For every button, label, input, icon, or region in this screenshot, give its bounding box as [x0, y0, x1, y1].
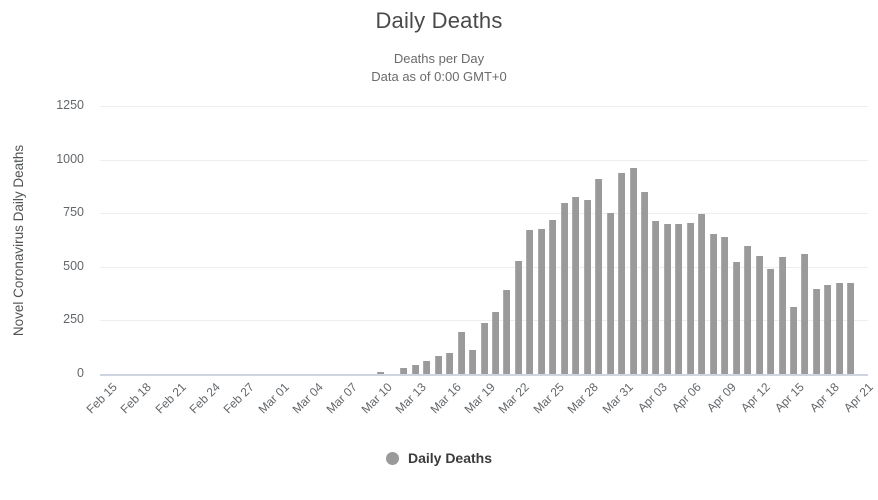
chart-legend[interactable]: Daily Deaths — [0, 450, 878, 466]
bar[interactable] — [491, 312, 499, 374]
bar[interactable] — [480, 322, 488, 374]
y-axis-title: Novel Coronavirus Daily Deaths — [10, 106, 28, 374]
bar[interactable] — [457, 331, 465, 374]
bar[interactable] — [469, 350, 477, 374]
chart-subtitle-line-2: Data as of 0:00 GMT+0 — [371, 69, 507, 84]
daily-deaths-chart: Daily Deaths Deaths per Day Data as of 0… — [0, 0, 878, 500]
legend-item-label: Daily Deaths — [407, 450, 493, 466]
bar[interactable] — [778, 256, 786, 374]
chart-subtitle: Deaths per Day Data as of 0:00 GMT+0 — [0, 50, 878, 86]
bar[interactable] — [824, 284, 832, 374]
bar[interactable] — [835, 282, 843, 374]
bar[interactable] — [411, 365, 419, 374]
y-axis-title-label: Novel Coronavirus Daily Deaths — [11, 144, 27, 336]
bar[interactable] — [652, 220, 660, 374]
bar[interactable] — [560, 203, 568, 374]
bar[interactable] — [549, 220, 557, 374]
bar[interactable] — [812, 288, 820, 374]
chart-title: Daily Deaths — [375, 8, 503, 33]
bar[interactable] — [732, 261, 740, 374]
bar[interactable] — [629, 168, 637, 374]
bar[interactable] — [503, 290, 511, 374]
bar[interactable] — [423, 360, 431, 374]
bar[interactable] — [789, 307, 797, 374]
bar[interactable] — [709, 234, 717, 374]
y-tick-label-1250: 1250 — [56, 98, 84, 112]
bar[interactable] — [526, 229, 534, 374]
bar[interactable] — [847, 283, 855, 374]
bar[interactable] — [675, 223, 683, 374]
bar[interactable] — [514, 260, 522, 374]
bar[interactable] — [755, 256, 763, 374]
y-tick-label-0: 0 — [77, 366, 84, 380]
bar[interactable] — [572, 196, 580, 374]
bar[interactable] — [698, 213, 706, 374]
y-tick-label-1000: 1000 — [56, 151, 84, 166]
y-tick-label-750: 750 — [63, 205, 84, 220]
bar[interactable] — [744, 246, 752, 374]
legend-circle-marker-icon — [385, 451, 399, 465]
bar[interactable] — [618, 172, 626, 374]
bar[interactable] — [640, 191, 648, 374]
bar[interactable] — [434, 355, 442, 374]
bar[interactable] — [537, 228, 545, 374]
chart-subtitle-line-1: Deaths per Day — [393, 51, 485, 66]
y-tick-label-250: 250 — [63, 312, 84, 327]
bar[interactable] — [595, 178, 603, 374]
bar[interactable] — [767, 268, 775, 374]
bar[interactable] — [686, 222, 694, 374]
bar[interactable] — [721, 237, 729, 374]
bar[interactable] — [583, 199, 591, 374]
bars-group — [100, 106, 868, 374]
y-tick-label-500: 500 — [63, 258, 84, 273]
plot-area: 0 250 500 750 1000 1250 — [56, 98, 868, 380]
x-axis-ticks-group: Feb 15 Feb 18 Feb 21 Feb 24 Feb 27 Mar 01 Mar … — [83, 374, 876, 434]
bar[interactable] — [606, 213, 614, 374]
bar[interactable] — [801, 253, 809, 374]
bar[interactable] — [446, 353, 454, 374]
bar[interactable] — [663, 223, 671, 374]
